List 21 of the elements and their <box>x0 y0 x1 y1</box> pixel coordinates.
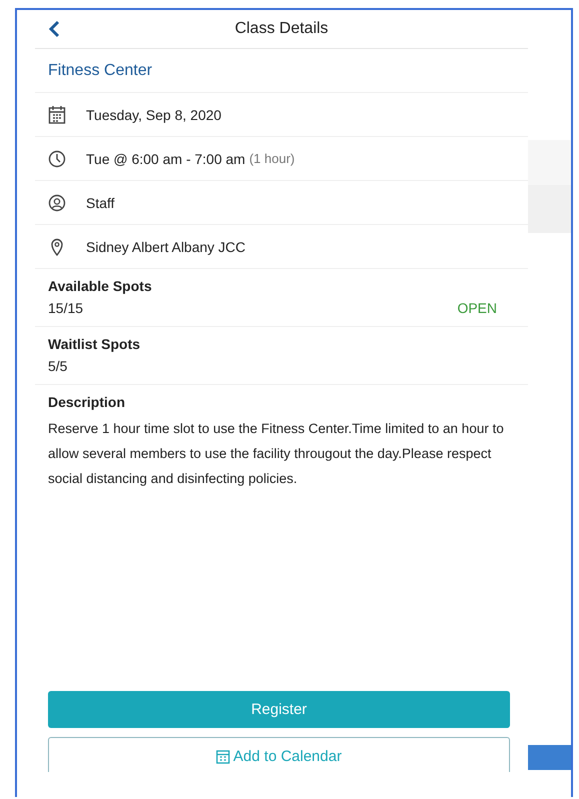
add-to-calendar-button[interactable]: Add to Calendar <box>48 737 510 772</box>
section-label: Description <box>48 394 126 410</box>
clock-icon <box>48 150 66 168</box>
info-text: Sidney Albert Albany JCC <box>86 238 246 254</box>
spots-count: 15/15 <box>48 300 84 316</box>
info-text: Tue @ 6:00 am - 7:00 am <box>86 150 246 166</box>
duration-note: (1 hour) <box>249 151 295 166</box>
calendar-icon <box>48 104 66 124</box>
section-label: Waitlist Spots <box>48 336 142 352</box>
page-title: Class Details <box>234 20 328 38</box>
description-text: Reserve 1 hour time slot to use the Fitness Center.Time limited to an hour to allow several members to use the facility througout the day.Please respect social distancing and disinfecting policies. <box>48 420 505 488</box>
section-label: Available Spots <box>48 278 153 294</box>
person-icon <box>48 194 66 212</box>
status-text: OPEN <box>457 300 497 316</box>
info-text: Staff <box>86 194 115 210</box>
class-name: Fitness Center <box>48 62 152 80</box>
back-icon[interactable] <box>48 20 60 38</box>
calendar-icon <box>216 749 230 764</box>
waitlist-count: 5/5 <box>48 358 68 374</box>
info-text: Tuesday, Sep 8, 2020 <box>86 106 222 122</box>
register-button[interactable]: Register <box>48 691 510 728</box>
